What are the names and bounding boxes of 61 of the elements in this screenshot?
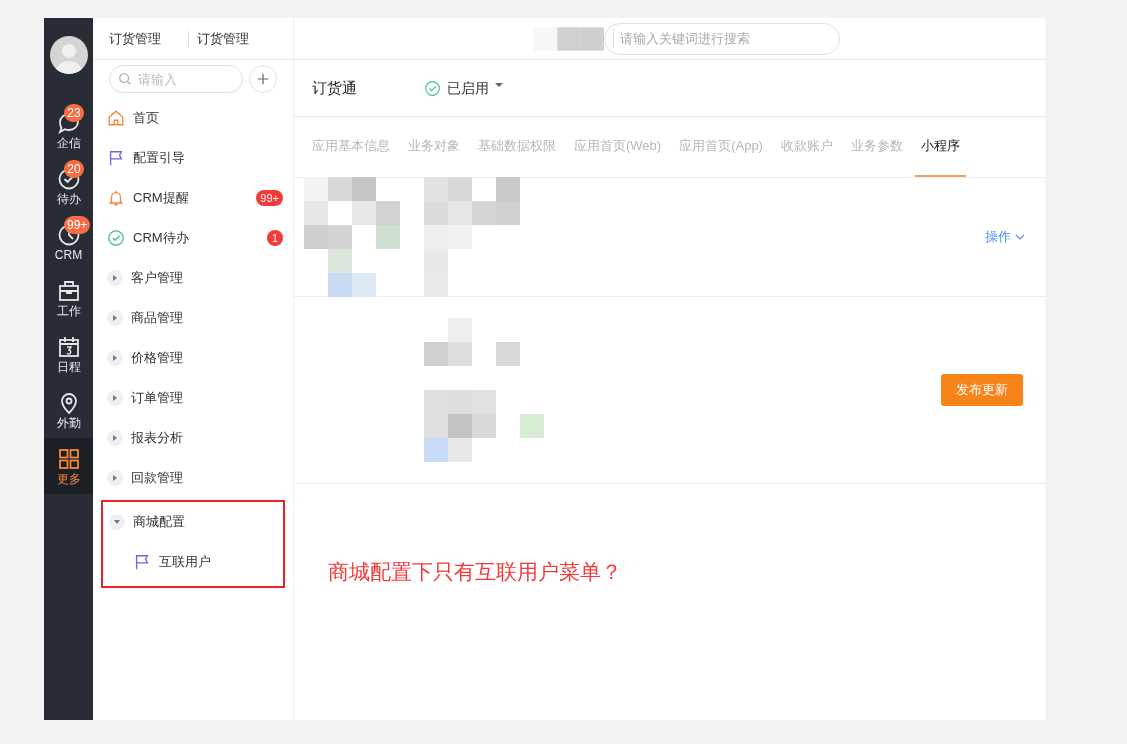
caret-icon — [107, 310, 123, 326]
caret-icon — [109, 514, 125, 530]
flag-icon — [133, 553, 151, 571]
count-badge: 23 — [64, 104, 84, 122]
caret-icon — [107, 390, 123, 406]
nav-item[interactable]: CRM提醒 99+ — [93, 178, 293, 218]
nav-item[interactable]: 订单管理 — [93, 378, 293, 418]
avatar — [49, 36, 88, 74]
rail-item[interactable]: 工作 — [44, 270, 93, 326]
caret-icon — [107, 430, 123, 446]
nav-item[interactable]: 报表分析 — [93, 418, 293, 458]
rail-label: CRM — [54, 247, 83, 262]
breadcrumb-item[interactable]: 订货管理 — [188, 30, 249, 47]
count-badge: 1 — [267, 230, 283, 246]
caret-icon — [107, 470, 123, 486]
status-dropdown[interactable]: 已启用 — [424, 77, 503, 99]
rail-item[interactable]: CRM 99+ — [44, 214, 93, 270]
search-field[interactable]: 请输入 — [109, 65, 243, 93]
grid-icon — [56, 446, 81, 471]
plus-icon — [256, 72, 270, 86]
redacted-drawing — [534, 26, 604, 51]
app-title: 订货通 — [312, 77, 358, 98]
rail-item[interactable]: 日程 — [44, 326, 93, 382]
flag-icon — [107, 149, 125, 167]
rail-item[interactable]: 外勤 — [44, 382, 93, 438]
count-badge: 99+ — [64, 216, 91, 234]
rail-label: 工作 — [56, 303, 81, 318]
rail-item[interactable]: 更多 — [44, 438, 93, 494]
caret-icon — [107, 350, 123, 366]
check-circle-icon — [424, 79, 441, 97]
rail-item[interactable]: 待办 20 — [44, 158, 93, 214]
briefcase-icon — [56, 278, 81, 303]
tab[interactable]: 小程序 — [914, 117, 966, 177]
caret-icon — [495, 81, 503, 89]
actions-dropdown[interactable]: 操作 — [985, 227, 1025, 247]
rail-item[interactable]: 企信 23 — [44, 102, 93, 158]
rail-label: 企信 — [56, 135, 81, 150]
nav-item[interactable]: 商品管理 — [93, 298, 293, 338]
rail-label: 待办 — [56, 191, 81, 206]
rail-label: 更多 — [56, 471, 81, 486]
nav-item[interactable]: 商城配置 — [103, 502, 283, 542]
search-icon — [118, 72, 132, 86]
nav-item[interactable]: CRM待办 1 — [93, 218, 293, 258]
count-badge: 20 — [64, 160, 84, 178]
check-circle-icon — [107, 229, 125, 247]
bell-icon — [107, 189, 125, 207]
nav-item[interactable]: 首页 — [93, 98, 293, 138]
rail-label: 外勤 — [56, 415, 81, 430]
nav-subitem[interactable]: 互联用户 — [103, 542, 283, 582]
count-badge: 99+ — [256, 190, 283, 206]
nav-item[interactable]: 价格管理 — [93, 338, 293, 378]
chevron-down-icon — [1015, 232, 1025, 242]
calendar-icon — [56, 334, 81, 359]
caret-icon — [107, 270, 123, 286]
nav-item[interactable]: 客户管理 — [93, 258, 293, 298]
annotation-text: 商城配置下只有互联用户菜单？ — [328, 560, 622, 583]
home-icon — [107, 109, 125, 127]
nav-item[interactable]: 回款管理 — [93, 458, 293, 498]
rail-label: 日程 — [56, 359, 81, 374]
breadcrumb-item[interactable]: 订货管理 — [109, 28, 161, 49]
nav-item[interactable]: 配置引导 — [93, 138, 293, 178]
